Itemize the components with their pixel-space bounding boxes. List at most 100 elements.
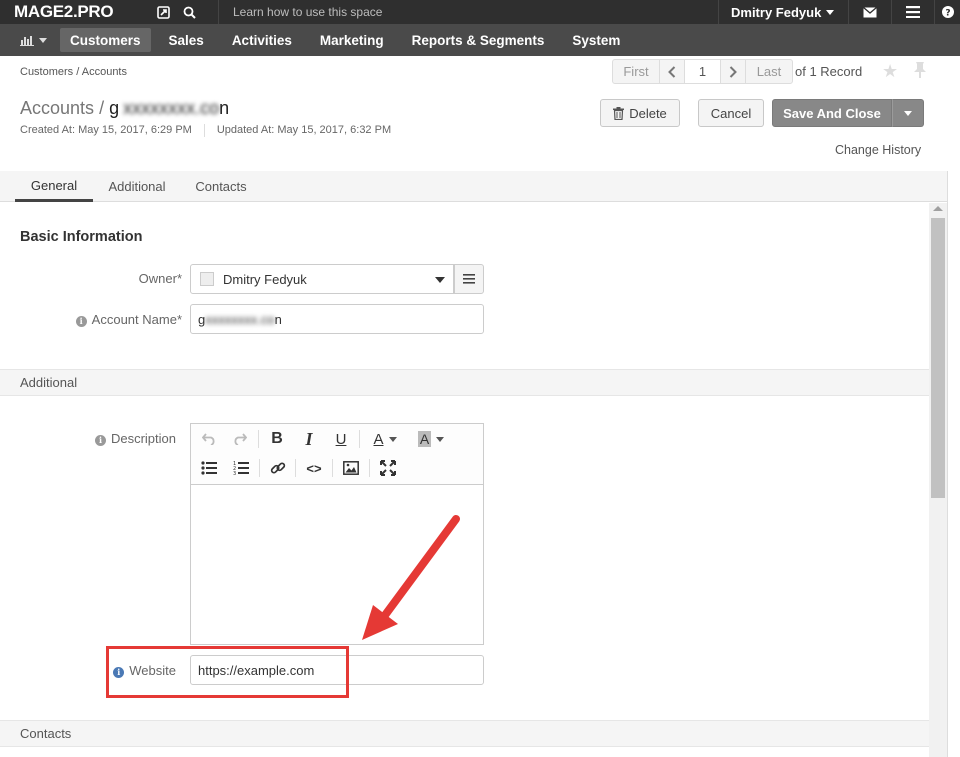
user-name: Dmitry Fedyuk <box>731 4 822 20</box>
owner-value: Dmitry Fedyuk <box>223 271 307 287</box>
numbered-list-icon[interactable]: 123 <box>229 457 253 479</box>
account-name-label-text: Account Name <box>91 312 177 327</box>
help-link[interactable]: Learn how to use this space <box>218 0 708 24</box>
chevron-down-icon <box>435 277 445 283</box>
nav-customers[interactable]: Customers <box>60 28 151 52</box>
nav-reports-segments[interactable]: Reports & Segments <box>398 28 559 52</box>
record-count: of 1 Record <box>795 64 863 79</box>
toolbar-divider <box>259 459 260 477</box>
main-navigation: Customers Sales Activities Marketing Rep… <box>0 24 960 56</box>
code-icon[interactable]: <> <box>302 457 326 479</box>
toolbar-divider <box>258 430 259 448</box>
chevron-down-icon <box>826 9 835 15</box>
nav-system[interactable]: System <box>558 28 634 52</box>
app-logo[interactable]: MAGE2.PRO <box>0 2 150 22</box>
trash-icon <box>613 106 625 120</box>
star-icon[interactable]: ★ <box>882 61 898 82</box>
tab-general[interactable]: General <box>15 171 93 202</box>
page-edge <box>947 171 960 757</box>
page-title-entity-end: n <box>219 98 230 118</box>
bold-icon[interactable]: B <box>265 428 289 450</box>
user-menu[interactable]: Dmitry Fedyuk <box>718 0 848 24</box>
chevron-down-icon <box>38 37 47 43</box>
tab-additional[interactable]: Additional <box>97 171 177 202</box>
menu-icon[interactable] <box>891 0 934 24</box>
search-icon[interactable] <box>176 0 202 24</box>
nav-activities[interactable]: Activities <box>218 28 306 52</box>
list-icon <box>463 274 475 284</box>
account-name-label: i Account Name* <box>40 312 182 327</box>
bullet-list-icon[interactable] <box>197 457 221 479</box>
fullscreen-icon[interactable] <box>376 457 400 479</box>
nav-sales[interactable]: Sales <box>155 28 218 52</box>
tab-contacts[interactable]: Contacts <box>183 171 259 202</box>
save-options-dropdown[interactable] <box>892 99 924 127</box>
page-title-section[interactable]: Accounts <box>20 98 94 118</box>
svg-text:3: 3 <box>233 471 236 475</box>
account-name-value-start: g <box>198 311 206 327</box>
record-pager: First 1 Last <box>612 59 793 84</box>
pager-last-button[interactable]: Last <box>746 60 792 83</box>
description-label: i Description <box>60 431 176 446</box>
delete-button[interactable]: Delete <box>600 99 680 127</box>
owner-list-button[interactable] <box>454 264 484 294</box>
required-mark: * <box>176 271 182 286</box>
pin-icon[interactable] <box>913 61 927 79</box>
image-icon[interactable] <box>339 457 363 479</box>
account-name-value-end: n <box>274 311 282 327</box>
scrollbar-thumb[interactable] <box>931 218 945 498</box>
record-timestamps: Created At: May 15, 2017, 6:29 PM Update… <box>20 124 391 137</box>
chevron-right-icon <box>729 65 737 78</box>
account-name-value-blurred: xxxxxxxx.co <box>205 311 275 327</box>
shortcuts-icon[interactable] <box>150 0 176 24</box>
pager-first-button[interactable]: First <box>613 60 660 83</box>
cancel-button[interactable]: Cancel <box>698 99 764 127</box>
help-icon[interactable]: ? <box>934 0 960 24</box>
redo-icon[interactable] <box>228 428 252 450</box>
delete-button-label: Delete <box>629 105 667 121</box>
editor-toolbar: B I U A A 123 <> <box>191 424 483 485</box>
text-color-icon[interactable]: A <box>367 428 403 450</box>
nav-marketing[interactable]: Marketing <box>306 28 398 52</box>
page-title-separator: / <box>99 98 105 118</box>
toolbar-divider <box>295 459 296 477</box>
pager-page-number[interactable]: 1 <box>685 60 721 83</box>
highlight-box <box>106 646 349 698</box>
scroll-up-icon[interactable] <box>933 206 943 211</box>
dashboard-menu[interactable] <box>10 29 56 51</box>
owner-label: Owner* <box>60 271 182 286</box>
chevron-left-icon <box>668 65 676 78</box>
pager-prev-button[interactable] <box>660 60 685 83</box>
annotation-arrow <box>362 515 460 640</box>
description-label-text: Description <box>110 431 176 446</box>
chevron-down-icon <box>904 110 912 116</box>
toolbar-divider <box>369 459 370 477</box>
account-name-input[interactable]: g xxxxxxxx.co n <box>190 304 484 334</box>
created-at: Created At: May 15, 2017, 6:29 PM <box>20 124 192 136</box>
contacts-section-header: Contacts <box>0 720 929 747</box>
updated-at: Updated At: May 15, 2017, 6:32 PM <box>216 124 392 136</box>
underline-icon[interactable]: U <box>329 428 353 450</box>
avatar <box>200 272 214 286</box>
undo-icon[interactable] <box>197 428 221 450</box>
save-and-close-button[interactable]: Save And Close <box>772 99 892 127</box>
bar-chart-icon <box>19 35 34 46</box>
page-title: Accounts / g xxxxxxxx.con <box>20 98 229 119</box>
info-icon[interactable]: i <box>94 435 106 446</box>
page-title-entity-start: g <box>109 98 120 118</box>
svg-text:?: ? <box>945 9 950 19</box>
required-mark: * <box>176 312 182 327</box>
divider <box>203 124 205 137</box>
toolbar-divider <box>359 430 360 448</box>
mail-icon[interactable] <box>848 0 891 24</box>
owner-select[interactable]: Dmitry Fedyuk <box>190 264 454 294</box>
info-icon[interactable]: i <box>75 316 87 327</box>
change-history-link[interactable]: Change History <box>835 143 921 157</box>
background-color-icon[interactable]: A <box>413 428 449 450</box>
italic-icon[interactable]: I <box>297 428 321 450</box>
breadcrumb[interactable]: Customers / Accounts <box>20 66 127 78</box>
page-title-entity-blurred: xxxxxxxx.co <box>123 98 220 118</box>
additional-section-header: Additional <box>0 369 929 396</box>
link-icon[interactable] <box>266 457 290 479</box>
pager-next-button[interactable] <box>721 60 746 83</box>
